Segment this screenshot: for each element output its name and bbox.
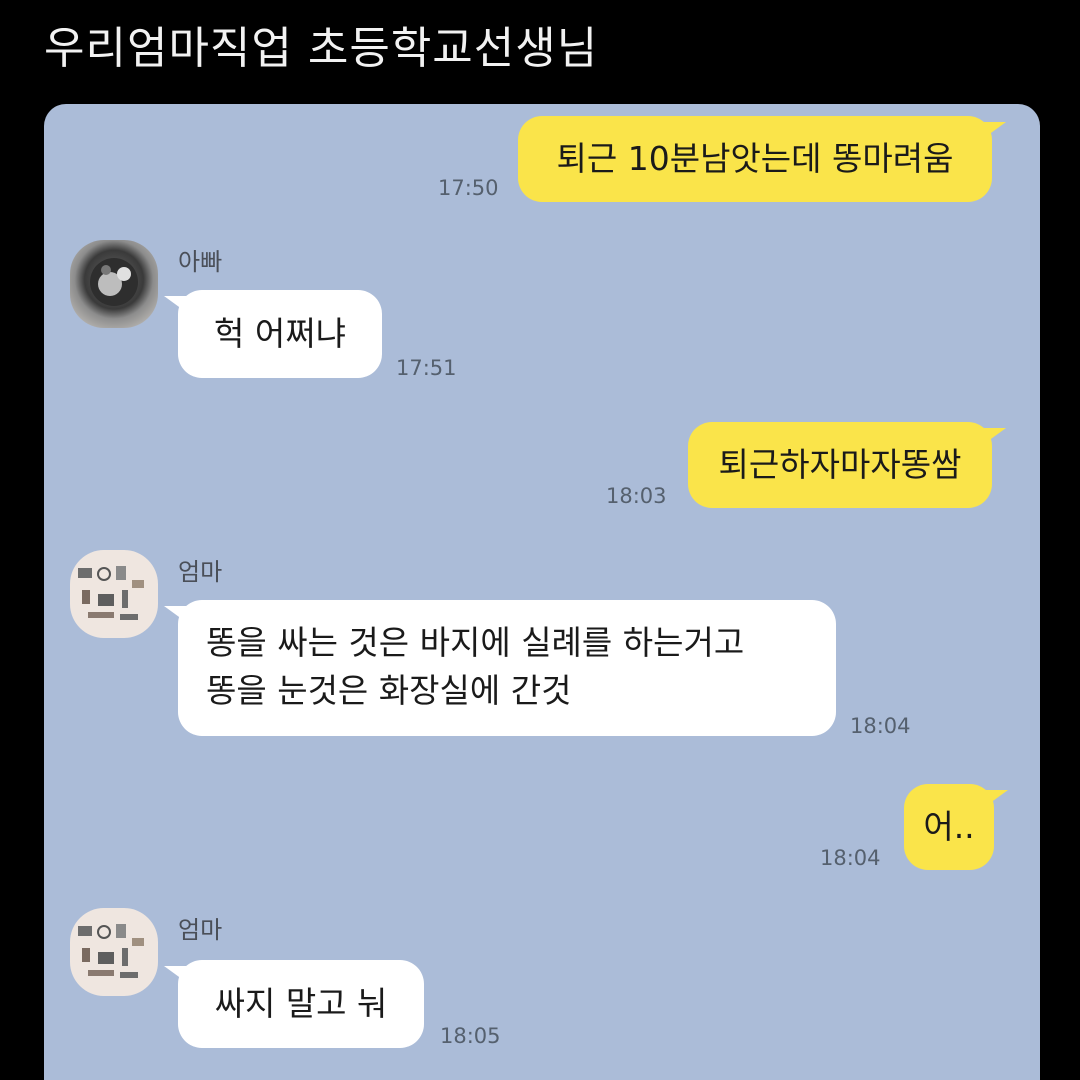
page-caption: 우리엄마직업 초등학교선생님 [44,23,599,74]
message-text: 헉 어쩌냐 [214,314,346,353]
message-time: 17:50 [438,176,499,200]
dad-avatar-icon[interactable] [70,240,158,328]
chat-window[interactable]: 퇴근 10분남앗는데 똥마려움 17:50 아빠 헉 어쩌냐 17:51 퇴근하… [44,104,1040,1080]
mom-avatar-icon[interactable] [70,550,158,638]
message-text-line: 똥을 눈것은 화장실에 간것 [206,671,572,710]
message-time: 18:04 [850,714,911,738]
sender-name: 엄마 [178,558,223,586]
my-message-bubble[interactable]: 어.. [904,784,1008,870]
message-time: 18:03 [606,484,667,508]
message-text: 퇴근 10분남앗는데 똥마려움 [556,139,954,178]
message-text-line: 똥을 싸는 것은 바지에 실례를 하는거고 [206,623,745,662]
message-text: 어.. [923,807,975,846]
mom-message-bubble[interactable]: 똥을 싸는 것은 바지에 실례를 하는거고 똥을 눈것은 화장실에 간것 [164,600,836,736]
mom-avatar-icon[interactable] [70,908,158,996]
message-text: 싸지 말고 눠 [214,984,388,1023]
sender-name: 엄마 [178,916,223,944]
sender-name: 아빠 [178,248,223,276]
message-time: 17:51 [396,356,457,380]
dad-message-bubble[interactable]: 헉 어쩌냐 [164,290,382,378]
my-message-bubble[interactable]: 퇴근하자마자똥쌈 [688,422,1006,508]
message-text: 퇴근하자마자똥쌈 [718,445,962,484]
message-time: 18:05 [440,1024,501,1048]
message-time: 18:04 [820,846,881,870]
my-message-bubble[interactable]: 퇴근 10분남앗는데 똥마려움 [518,116,1006,202]
mom-message-bubble[interactable]: 싸지 말고 눠 [164,960,424,1048]
